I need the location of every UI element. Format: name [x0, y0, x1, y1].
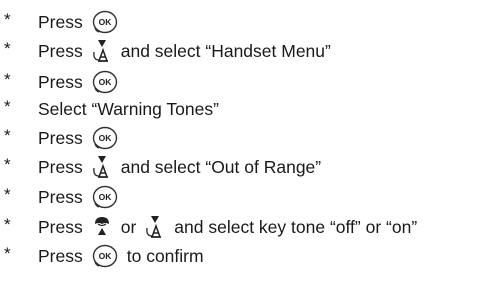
bullet-marker: *: [4, 10, 11, 29]
step-item: * Press and select “Out of Range”: [0, 153, 482, 181]
step-text-fragment: Press: [38, 11, 83, 32]
step-text: Press OK: [38, 124, 119, 152]
step-text: Press OK to confirm: [38, 242, 204, 270]
svg-text:OK: OK: [98, 133, 112, 143]
step-item: * Press OK: [0, 8, 482, 36]
step-text-fragment: and select “Out of Range”: [120, 156, 322, 177]
step-text: Select “Warning Tones”: [38, 95, 219, 123]
step-text-fragment: Press: [38, 40, 83, 61]
step-text-fragment: and select “Handset Menu”: [120, 40, 331, 61]
step-text-fragment: Press: [38, 127, 83, 148]
nav-down-key-icon: [144, 214, 166, 240]
step-text: Press OK: [38, 68, 119, 96]
bullet-marker: *: [4, 97, 11, 116]
step-text-fragment: Press: [38, 245, 83, 266]
step-text-fragment: Select “Warning Tones”: [38, 98, 219, 119]
step-text: Press and select “Out of Range”: [38, 153, 321, 181]
step-item: * Press or and select key tone “off” or “on…: [0, 213, 482, 241]
bullet-marker: *: [4, 39, 11, 58]
ok-key-icon: OK: [91, 184, 119, 210]
nav-down-key-icon: [91, 38, 113, 64]
bullet-marker: *: [4, 155, 11, 174]
svg-text:OK: OK: [98, 77, 112, 87]
step-item: * Press OK to confirm: [0, 242, 482, 270]
step-text-fragment: and select key tone “off” or “on”: [174, 216, 418, 237]
svg-text:OK: OK: [98, 17, 112, 27]
bullet-marker: *: [4, 244, 11, 263]
ok-key-icon: OK: [91, 243, 119, 269]
nav-up-key-icon: [91, 214, 113, 240]
step-item: * Select “Warning Tones”: [0, 95, 482, 123]
step-text: Press OK: [38, 183, 119, 211]
step-text-fragment: Press: [38, 216, 83, 237]
step-text: Press and select “Handset Menu”: [38, 37, 331, 65]
bullet-marker: *: [4, 185, 11, 204]
nav-down-key-icon: [91, 154, 113, 180]
instruction-list: * Press OK * Press and select “Handset Menu” *…: [0, 0, 482, 293]
step-text-fragment: or: [120, 216, 137, 237]
bullet-marker: *: [4, 70, 11, 89]
step-text-fragment: Press: [38, 186, 83, 207]
svg-text:OK: OK: [98, 251, 112, 261]
bullet-marker: *: [4, 215, 11, 234]
step-item: * Press OK: [0, 124, 482, 152]
step-item: * Press OK: [0, 183, 482, 211]
step-text-fragment: Press: [38, 71, 83, 92]
bullet-marker: *: [4, 126, 11, 145]
step-item: * Press OK: [0, 68, 482, 96]
ok-key-icon: OK: [91, 9, 119, 35]
step-item: * Press and select “Handset Menu”: [0, 37, 482, 65]
step-text-fragment: Press: [38, 156, 83, 177]
step-text-fragment: to confirm: [126, 245, 204, 266]
step-text: Press or and select key tone “off” or “on”: [38, 213, 417, 241]
ok-key-icon: OK: [91, 69, 119, 95]
step-text: Press OK: [38, 8, 119, 36]
ok-key-icon: OK: [91, 125, 119, 151]
svg-text:OK: OK: [98, 192, 112, 202]
